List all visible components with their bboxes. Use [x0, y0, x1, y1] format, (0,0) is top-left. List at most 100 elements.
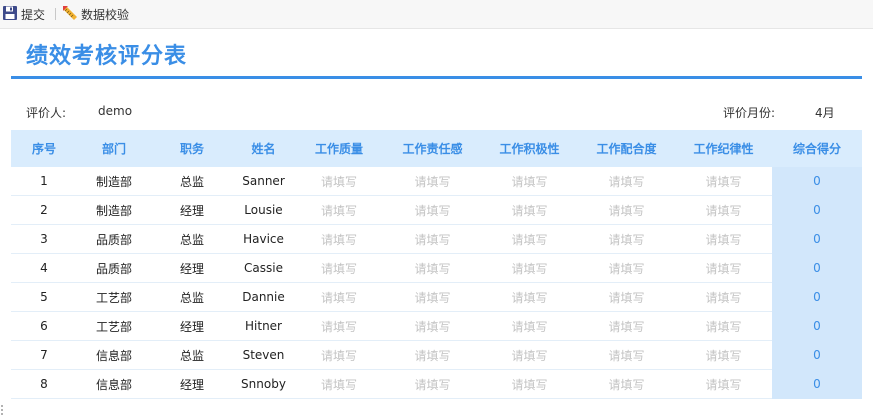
- quality-input[interactable]: 请填写: [294, 224, 384, 254]
- row-number: 7: [11, 340, 77, 370]
- cooperation-input[interactable]: 请填写: [578, 224, 675, 254]
- responsibility-input[interactable]: 请填写: [384, 340, 481, 370]
- table-row: 7 信息部 总监 Steven 请填写 请填写 请填写 请填写 请填写 0: [11, 340, 862, 370]
- cooperation-input[interactable]: 请填写: [578, 369, 675, 399]
- header-responsibility: 工作责任感: [384, 130, 481, 167]
- header-role: 职务: [151, 130, 233, 167]
- responsibility-input[interactable]: 请填写: [384, 224, 481, 254]
- row-role: 总监: [151, 282, 233, 312]
- initiative-input[interactable]: 请填写: [481, 253, 578, 283]
- row-number: 4: [11, 253, 77, 283]
- table-row: 8 信息部 经理 Snnoby 请填写 请填写 请填写 请填写 请填写 0: [11, 369, 862, 399]
- discipline-input[interactable]: 请填写: [675, 369, 772, 399]
- row-total-score: 0: [772, 340, 862, 370]
- row-number: 2: [11, 195, 77, 225]
- row-department: 工艺部: [77, 282, 151, 312]
- row-role: 经理: [151, 311, 233, 341]
- row-number: 1: [11, 167, 77, 196]
- score-table: 序号 部门 职务 姓名 工作质量 工作责任感 工作积极性 工作配合度 工作纪律性…: [11, 130, 862, 399]
- discipline-input[interactable]: 请填写: [675, 167, 772, 196]
- discipline-input[interactable]: 请填写: [675, 195, 772, 225]
- row-total-score: 0: [772, 253, 862, 283]
- evaluator-value[interactable]: demo: [98, 104, 132, 118]
- row-total-score: 0: [772, 167, 862, 196]
- discipline-input[interactable]: 请填写: [675, 311, 772, 341]
- header-cooperation: 工作配合度: [578, 130, 675, 167]
- toolbar: 提交 数据校验: [0, 0, 873, 29]
- responsibility-input[interactable]: 请填写: [384, 167, 481, 196]
- table-row: 5 工艺部 总监 Dannie 请填写 请填写 请填写 请填写 请填写 0: [11, 282, 862, 312]
- evaluator-label: 评价人:: [26, 106, 67, 120]
- cooperation-input[interactable]: 请填写: [578, 282, 675, 312]
- row-role: 经理: [151, 253, 233, 283]
- row-department: 工艺部: [77, 311, 151, 341]
- table-row: 2 制造部 经理 Lousie 请填写 请填写 请填写 请填写 请填写 0: [11, 195, 862, 225]
- discipline-input[interactable]: 请填写: [675, 282, 772, 312]
- cooperation-input[interactable]: 请填写: [578, 340, 675, 370]
- floppy-disk-icon: [2, 5, 18, 24]
- initiative-input[interactable]: 请填写: [481, 369, 578, 399]
- row-department: 信息部: [77, 340, 151, 370]
- table-row: 1 制造部 总监 Sanner 请填写 请填写 请填写 请填写 请填写 0: [11, 167, 862, 196]
- discipline-input[interactable]: 请填写: [675, 224, 772, 254]
- row-name: Steven: [233, 340, 294, 370]
- row-number: 8: [11, 369, 77, 399]
- discipline-input[interactable]: 请填写: [675, 340, 772, 370]
- cooperation-input[interactable]: 请填写: [578, 311, 675, 341]
- initiative-input[interactable]: 请填写: [481, 167, 578, 196]
- responsibility-input[interactable]: 请填写: [384, 253, 481, 283]
- quality-input[interactable]: 请填写: [294, 340, 384, 370]
- table-row: 4 品质部 经理 Cassie 请填写 请填写 请填写 请填写 请填写 0: [11, 253, 862, 283]
- form-title: 绩效考核评分表: [26, 44, 188, 69]
- initiative-input[interactable]: 请填写: [481, 311, 578, 341]
- header-name: 姓名: [233, 130, 294, 167]
- quality-input[interactable]: 请填写: [294, 282, 384, 312]
- submit-label: 提交: [21, 7, 46, 22]
- responsibility-input[interactable]: 请填写: [384, 195, 481, 225]
- quality-input[interactable]: 请填写: [294, 311, 384, 341]
- row-name: Hitner: [233, 311, 294, 341]
- initiative-input[interactable]: 请填写: [481, 195, 578, 225]
- validate-label: 数据校验: [81, 7, 130, 22]
- initiative-input[interactable]: 请填写: [481, 340, 578, 370]
- header-initiative: 工作积极性: [481, 130, 578, 167]
- header-no: 序号: [11, 130, 77, 167]
- quality-input[interactable]: 请填写: [294, 195, 384, 225]
- table-header-row: 序号 部门 职务 姓名 工作质量 工作责任感 工作积极性 工作配合度 工作纪律性…: [11, 130, 862, 167]
- initiative-input[interactable]: 请填写: [481, 282, 578, 312]
- header-discipline: 工作纪律性: [675, 130, 772, 167]
- cooperation-input[interactable]: 请填写: [578, 195, 675, 225]
- responsibility-input[interactable]: 请填写: [384, 282, 481, 312]
- discipline-input[interactable]: 请填写: [675, 253, 772, 283]
- row-name: Cassie: [233, 253, 294, 283]
- row-role: 总监: [151, 224, 233, 254]
- quality-input[interactable]: 请填写: [294, 167, 384, 196]
- title-underline: [11, 76, 862, 79]
- row-department: 制造部: [77, 195, 151, 225]
- cooperation-input[interactable]: 请填写: [578, 167, 675, 196]
- row-department: 品质部: [77, 253, 151, 283]
- ruler-pencil-icon: [62, 5, 78, 24]
- initiative-input[interactable]: 请填写: [481, 224, 578, 254]
- row-name: Sanner: [233, 167, 294, 196]
- row-total-score: 0: [772, 369, 862, 399]
- row-number: 6: [11, 311, 77, 341]
- quality-input[interactable]: 请填写: [294, 369, 384, 399]
- row-department: 品质部: [77, 224, 151, 254]
- row-name: Lousie: [233, 195, 294, 225]
- row-role: 经理: [151, 369, 233, 399]
- submit-button[interactable]: 提交: [0, 0, 49, 29]
- responsibility-input[interactable]: 请填写: [384, 369, 481, 399]
- quality-input[interactable]: 请填写: [294, 253, 384, 283]
- toolbar-separator: [55, 8, 57, 20]
- row-name: Havice: [233, 224, 294, 254]
- row-number: 5: [11, 282, 77, 312]
- cooperation-input[interactable]: 请填写: [578, 253, 675, 283]
- responsibility-input[interactable]: 请填写: [384, 311, 481, 341]
- month-value[interactable]: 4月: [815, 104, 835, 121]
- row-total-score: 0: [772, 282, 862, 312]
- row-department: 信息部: [77, 369, 151, 399]
- corner-dots: [0, 403, 6, 417]
- validate-button[interactable]: 数据校验: [60, 0, 133, 29]
- table-row: 3 品质部 总监 Havice 请填写 请填写 请填写 请填写 请填写 0: [11, 224, 862, 254]
